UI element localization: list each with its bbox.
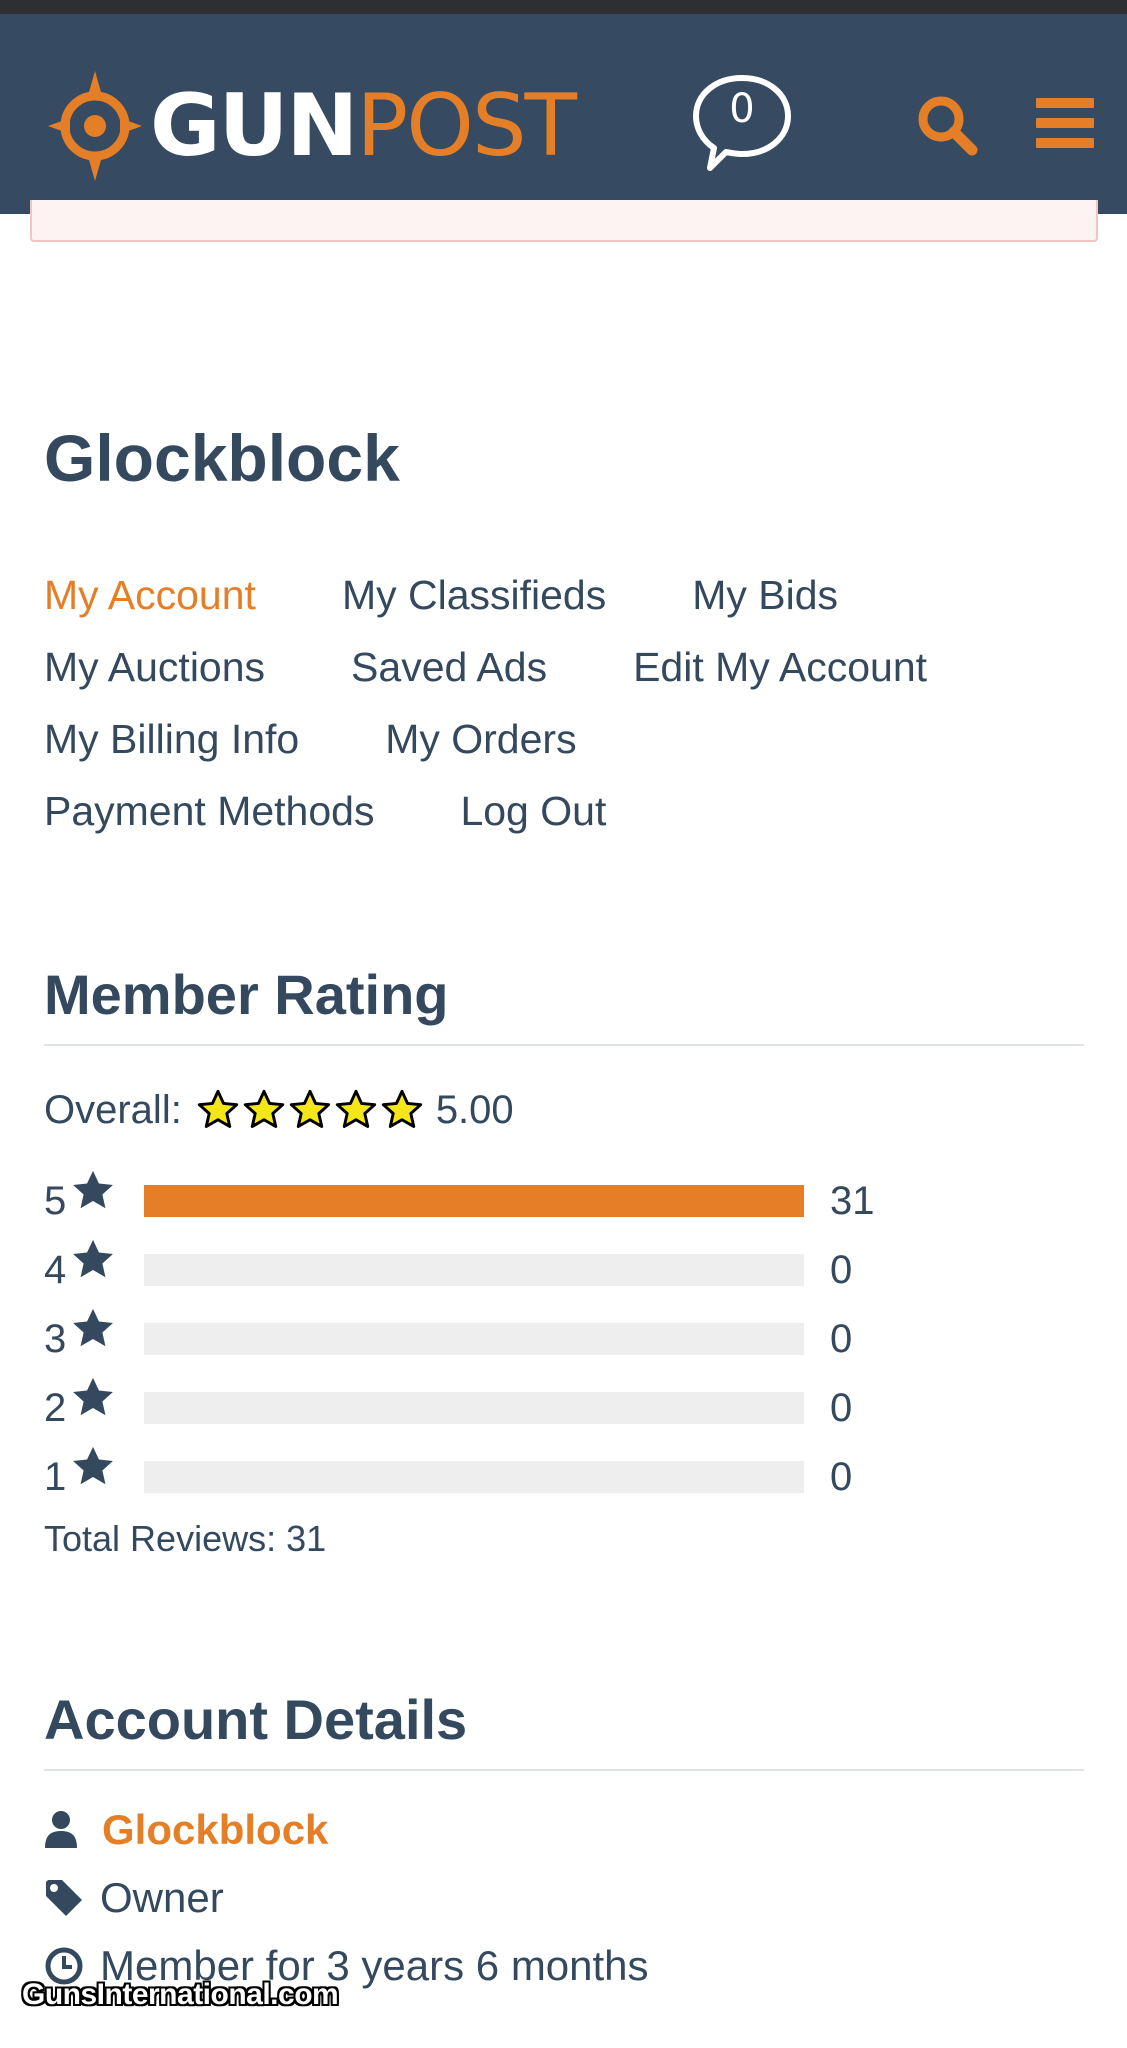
star-icon [73, 1170, 113, 1209]
rating-bar [144, 1185, 804, 1217]
rating-row-5: 5 31 [44, 1170, 875, 1226]
rating-stars-number: 2 [44, 1385, 67, 1430]
messages-button[interactable]: 0 [690, 70, 794, 174]
nav-my-orders[interactable]: My Orders [385, 709, 576, 769]
message-count: 0 [729, 86, 755, 132]
rating-row-2: 2 0 [44, 1377, 853, 1433]
detail-username: Glockblock [44, 1806, 328, 1854]
watermark: GunsInternational.com [22, 1978, 339, 2011]
rating-bar [144, 1254, 804, 1286]
rating-bar [144, 1461, 804, 1493]
star-icon [73, 1308, 113, 1347]
rating-count: 0 [830, 1316, 853, 1361]
star-icon [381, 1089, 422, 1128]
rating-stars-number: 3 [44, 1316, 67, 1361]
detail-role: Owner [44, 1874, 224, 1922]
star-icon [73, 1446, 113, 1485]
overall-rating: Overall: 5.00 [44, 1082, 514, 1138]
detail-role-text: Owner [100, 1874, 224, 1921]
rating-row-4: 4 0 [44, 1239, 853, 1295]
rating-row-1: 1 0 [44, 1446, 853, 1502]
rating-count: 0 [830, 1247, 853, 1292]
overall-stars [196, 1088, 426, 1132]
rating-count: 31 [830, 1178, 875, 1223]
overall-label: Overall: [44, 1087, 182, 1132]
rating-bar [144, 1392, 804, 1424]
search-icon [918, 96, 978, 156]
nav-edit-my-account[interactable]: Edit My Account [633, 637, 927, 697]
account-nav: My Account My Classifieds My Bids My Aucti… [44, 565, 1013, 853]
rating-stars-number: 4 [44, 1247, 67, 1292]
star-icon [335, 1089, 376, 1128]
nav-saved-ads[interactable]: Saved Ads [351, 637, 547, 697]
star-icon [243, 1089, 284, 1128]
nav-my-auctions[interactable]: My Auctions [44, 637, 265, 697]
total-reviews: Total Reviews: 31 [44, 1518, 327, 1559]
search-button[interactable] [916, 94, 978, 156]
nav-payment-methods[interactable]: Payment Methods [44, 781, 374, 841]
star-icon [289, 1089, 330, 1128]
detail-username-link[interactable]: Glockblock [102, 1806, 328, 1854]
gunpost-logo[interactable]: GUNPOST [48, 62, 577, 190]
menu-button[interactable] [1036, 98, 1094, 148]
rating-stars-number: 5 [44, 1178, 67, 1223]
nav-my-account[interactable]: My Account [44, 565, 256, 625]
status-strip [0, 0, 1127, 14]
nav-my-classifieds[interactable]: My Classifieds [342, 565, 606, 625]
overall-value: 5.00 [435, 1087, 514, 1132]
site-header: GUNPOST 0 [0, 14, 1127, 214]
crosshair-logo-icon [48, 71, 142, 181]
member-rating-title: Member Rating [44, 963, 449, 1026]
page-title: Glockblock [44, 421, 400, 495]
tag-icon [46, 1880, 82, 1916]
rating-bar-fill [144, 1185, 804, 1217]
rating-count: 0 [830, 1385, 853, 1430]
rating-bar [144, 1323, 804, 1355]
user-icon [45, 1811, 77, 1848]
rating-stars-number: 1 [44, 1454, 67, 1499]
logo-text-gun: GUN [150, 76, 358, 176]
rating-row-3: 3 0 [44, 1308, 853, 1364]
section-divider [44, 1044, 1084, 1046]
star-icon [73, 1377, 113, 1416]
account-details-title: Account Details [44, 1688, 468, 1751]
rating-count: 0 [830, 1454, 853, 1499]
hamburger-menu-icon [1036, 98, 1094, 108]
nav-log-out[interactable]: Log Out [460, 781, 606, 841]
section-divider [44, 1769, 1084, 1771]
star-icon [73, 1239, 113, 1278]
star-icon [197, 1089, 238, 1128]
alert-box [30, 200, 1098, 242]
logo-text-post: POST [356, 76, 577, 176]
nav-my-billing-info[interactable]: My Billing Info [44, 709, 299, 769]
nav-my-bids[interactable]: My Bids [692, 565, 838, 625]
